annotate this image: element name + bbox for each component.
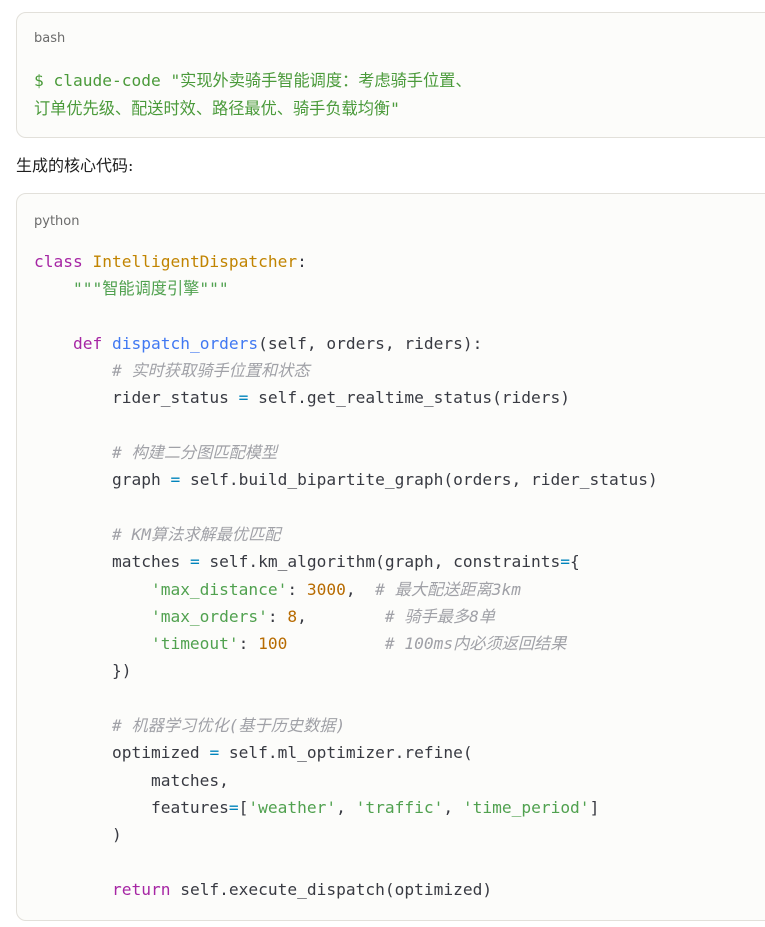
- section-label: 生成的核心代码:: [16, 156, 134, 175]
- keyword: def: [72, 333, 103, 353]
- dict-key: 'timeout': [150, 634, 239, 654]
- code-language-label: python: [34, 214, 80, 229]
- function-name: dispatch_orders: [111, 333, 259, 353]
- bash-code-block: bash $ claude-code "实现外卖骑手智能调度：考虑骑手位置、 订…: [16, 12, 765, 138]
- string: 'traffic': [355, 797, 444, 817]
- dict-key: 'max_orders': [150, 606, 268, 626]
- number: 8: [287, 606, 298, 626]
- code-line: 订单优先级、配送时效、路径最优、骑手负载均衡": [34, 99, 400, 118]
- code-comment: # 最大配送距离3km: [375, 579, 521, 599]
- code-line: $ claude-code "实现外卖骑手智能调度：考虑骑手位置、: [34, 71, 472, 90]
- code-comment: # 机器学习优化(基于历史数据): [111, 716, 346, 736]
- dict-key: 'max_distance': [150, 579, 288, 599]
- docstring: """智能调度引擎""": [72, 279, 229, 299]
- code-comment: # 骑手最多8单: [384, 606, 496, 626]
- number: 100: [258, 634, 288, 654]
- bash-code[interactable]: $ claude-code "实现外卖骑手智能调度：考虑骑手位置、 订单优先级、…: [34, 67, 472, 123]
- keyword: return: [111, 879, 171, 899]
- code-comment: # 构建二分图匹配模型: [111, 443, 278, 463]
- string: 'time_period': [462, 797, 590, 817]
- python-code-block: python class IntelligentDispatcher: """智…: [16, 193, 765, 921]
- keyword: class: [34, 252, 83, 271]
- class-name: IntelligentDispatcher: [92, 252, 298, 271]
- python-code[interactable]: class IntelligentDispatcher: """智能调度引擎""…: [34, 248, 658, 903]
- string: 'weather': [248, 797, 337, 817]
- code-comment: # 实时获取骑手位置和状态: [111, 361, 310, 381]
- code-language-label: bash: [34, 31, 66, 46]
- code-comment: # 100ms内必须返回结果: [384, 634, 567, 654]
- number: 3000: [306, 579, 346, 599]
- code-comment: # KM算法求解最优匹配: [111, 524, 281, 544]
